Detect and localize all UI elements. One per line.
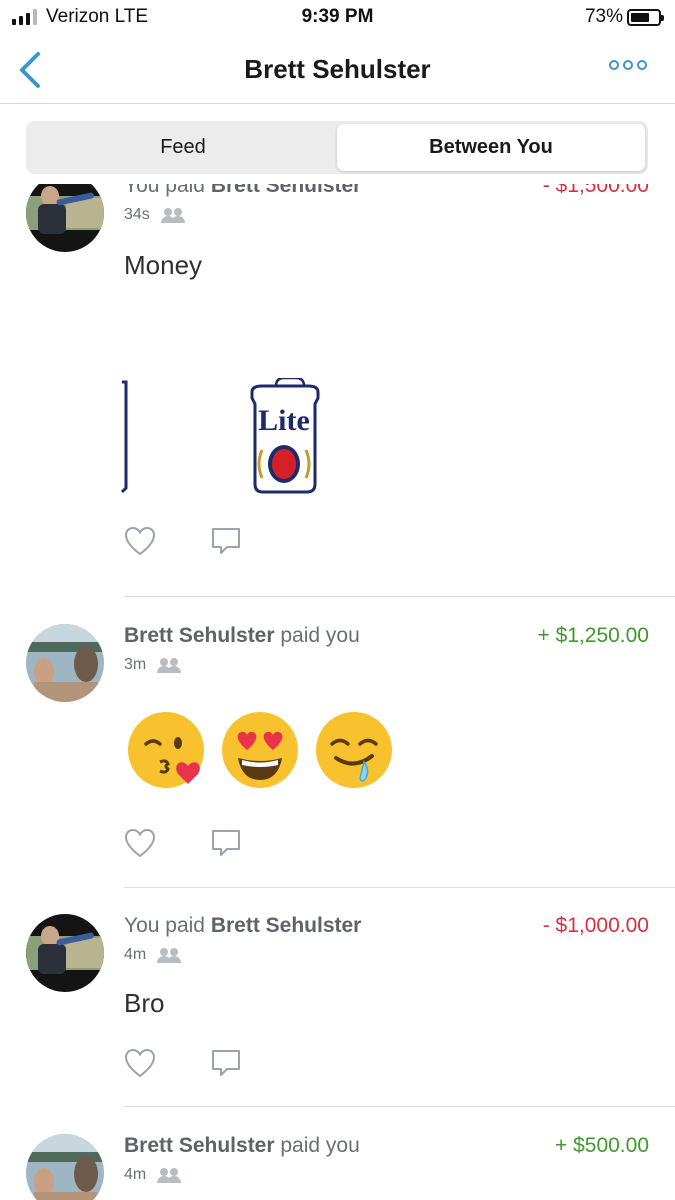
payer-name[interactable]: Brett Sehulster <box>124 624 275 647</box>
friends-audience-icon <box>157 658 182 673</box>
avatar[interactable] <box>26 184 104 252</box>
page-title: Brett Sehulster <box>244 54 431 84</box>
payment-note: Bro <box>124 988 165 1018</box>
transaction-feed[interactable]: You paid Brett Sehulster - $1,500.00 34s… <box>0 184 675 1200</box>
story-title: Brett Sehulster paid you <box>124 1134 360 1157</box>
beer-can-sticker: Lite <box>120 378 320 494</box>
tab-feed[interactable]: Feed <box>29 124 337 171</box>
story-divider <box>124 1106 675 1107</box>
segmented-control: Feed Between You <box>26 121 648 174</box>
ellipsis-icon <box>609 60 619 70</box>
payment-story[interactable]: Brett Sehulster paid you + $500.00 4m <box>0 1134 675 1200</box>
payee-name[interactable]: Brett Sehulster <box>211 184 362 197</box>
navigation-bar: Brett Sehulster <box>0 36 675 104</box>
timestamp: 4m <box>124 946 147 963</box>
payment-amount: + $500.00 <box>554 1134 649 1157</box>
story-meta: 4m <box>124 1166 182 1184</box>
payee-name[interactable]: Brett Sehulster <box>211 914 362 937</box>
payment-amount: - $1,500.00 <box>542 184 649 197</box>
payment-story[interactable]: You paid Brett Sehulster - $1,500.00 34s… <box>0 184 675 597</box>
payment-story[interactable]: Brett Sehulster paid you + $1,250.00 3m <box>0 624 675 914</box>
story-meta: 34s <box>124 206 186 224</box>
avatar[interactable] <box>26 1134 104 1200</box>
payer-name[interactable]: Brett Sehulster <box>124 1134 275 1157</box>
timestamp: 3m <box>124 656 147 673</box>
timestamp: 4m <box>124 1166 147 1183</box>
comment-bubble-icon[interactable] <box>210 828 242 858</box>
like-heart-icon[interactable] <box>124 828 156 858</box>
story-title: Brett Sehulster paid you <box>124 624 360 647</box>
story-title: You paid Brett Sehulster <box>124 184 361 198</box>
friends-audience-icon <box>160 208 185 223</box>
payment-amount: + $1,250.00 <box>537 624 649 647</box>
avatar[interactable] <box>26 914 104 992</box>
tab-between-you[interactable]: Between You <box>337 124 645 171</box>
story-divider <box>124 887 675 888</box>
more-options-button[interactable] <box>609 60 647 70</box>
like-heart-icon[interactable] <box>124 1048 156 1078</box>
payment-story[interactable]: You paid Brett Sehulster - $1,000.00 4m … <box>0 914 675 1134</box>
payment-note-emoji <box>126 710 394 790</box>
comment-bubble-icon[interactable] <box>210 526 242 556</box>
friends-audience-icon <box>157 948 182 963</box>
story-actions <box>124 1048 242 1078</box>
kissing-wink-emoji <box>128 712 204 788</box>
drooling-emoji <box>316 712 392 788</box>
story-meta: 3m <box>124 656 182 674</box>
avatar[interactable] <box>26 624 104 702</box>
battery-percent: 73% <box>584 6 623 27</box>
payment-note: Money <box>124 250 203 280</box>
payment-amount: - $1,000.00 <box>542 914 649 937</box>
status-bar: Verizon LTE 9:39 PM 73% <box>0 0 675 36</box>
clock: 9:39 PM <box>301 6 374 27</box>
story-actions <box>124 526 242 556</box>
story-actions <box>124 828 242 858</box>
story-meta: 4m <box>124 946 182 964</box>
timestamp: 34s <box>124 206 150 223</box>
story-title: You paid Brett Sehulster <box>124 914 362 937</box>
sticker-label: Lite <box>258 404 310 437</box>
story-divider <box>124 596 675 597</box>
friends-audience-icon <box>157 1168 182 1183</box>
battery-icon <box>627 9 664 26</box>
comment-bubble-icon[interactable] <box>210 1048 242 1078</box>
like-heart-icon[interactable] <box>124 526 156 556</box>
heart-eyes-emoji <box>222 712 298 788</box>
